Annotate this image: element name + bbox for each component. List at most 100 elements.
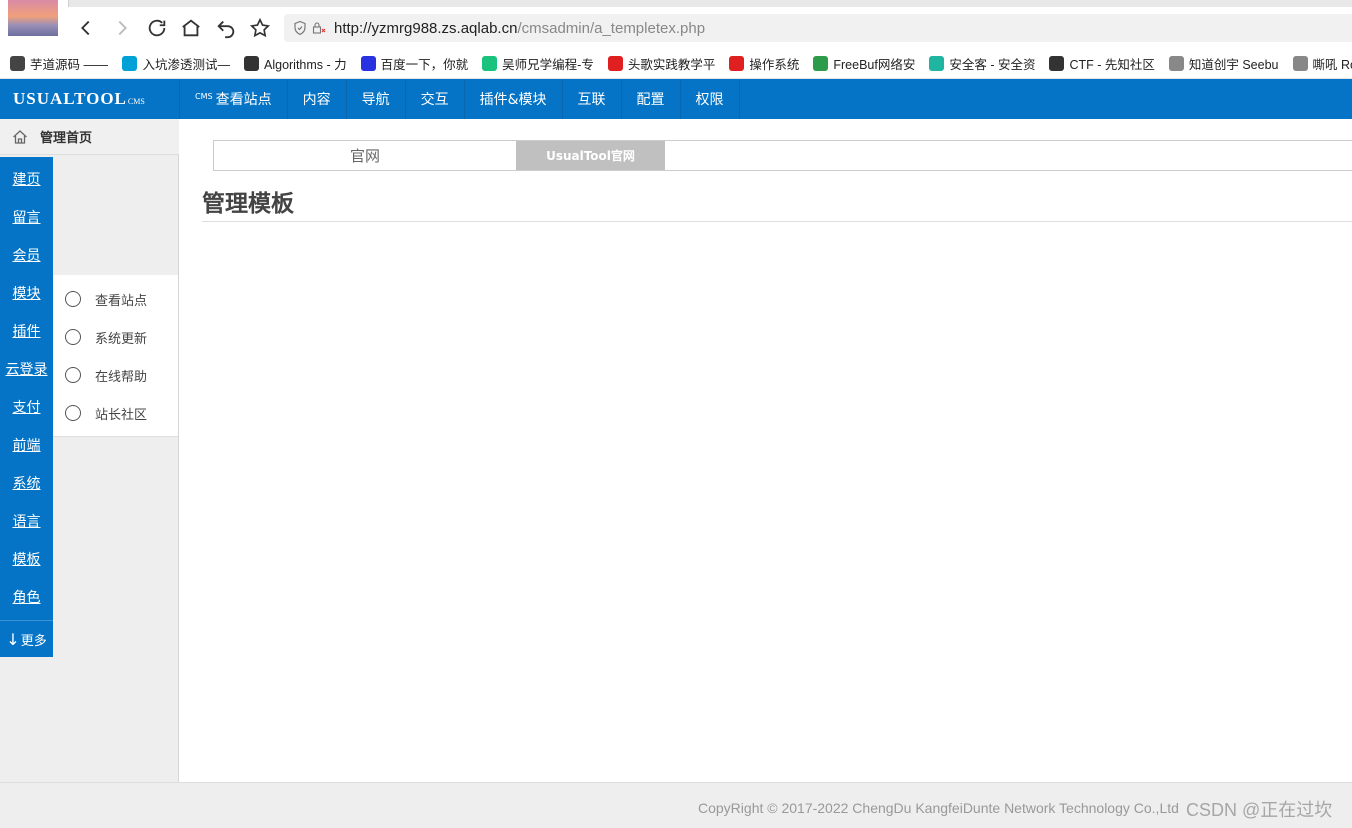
admin-home-link[interactable]: 管理首页: [0, 119, 179, 155]
top-nav-item[interactable]: 权限: [681, 79, 740, 119]
top-nav-label: 查看站点: [215, 92, 272, 108]
top-nav-item[interactable]: 导航: [347, 79, 406, 119]
bookmark-label: 知道创宇 Seebu: [1188, 57, 1279, 72]
leetcode-icon: [244, 55, 259, 71]
address-bar[interactable]: http://yzmrg988.zs.aqlab.cn/cmsadmin/a_t…: [284, 14, 1352, 42]
url-text[interactable]: http://yzmrg988.zs.aqlab.cn/cmsadmin/a_t…: [334, 20, 705, 37]
bookmark-icon-yudao: [10, 55, 25, 71]
bookmark-item[interactable]: 芋道源码 ——: [10, 54, 108, 73]
template-tabs: 官网 UsualTool官网: [213, 140, 1352, 171]
bookmark-item[interactable]: 安全客 - 安全资: [929, 54, 1035, 73]
home-button[interactable]: [177, 14, 205, 42]
sidebar-rail-item[interactable]: 语言: [0, 502, 53, 540]
sidebar-more-label: 更多: [20, 633, 47, 649]
sidebar-rail-item[interactable]: 插件: [0, 312, 53, 350]
footer: CopyRight © 2017-2022 ChengDu KangfeiDun…: [0, 782, 1352, 828]
top-nav: CMS 查看站点 内容 导航 交互 插件&模块 互联 配置 权限: [180, 79, 740, 119]
submenu-item[interactable]: 在线帮助: [65, 356, 147, 394]
home-icon: [182, 19, 200, 37]
logo-main-text: USUALTOOL: [13, 89, 127, 108]
tab-official[interactable]: 官网: [214, 141, 516, 170]
page-icon: [1168, 55, 1184, 71]
freebuf-icon: [813, 55, 829, 71]
sidebar-rail-item[interactable]: 云登录: [0, 350, 53, 388]
usualtool-logo[interactable]: USUALTOOL CMS: [0, 79, 180, 119]
bookmark-item[interactable]: FreeBuf网络安: [813, 54, 915, 73]
radio-circle-icon[interactable]: [65, 405, 81, 421]
top-nav-item[interactable]: 交互: [406, 79, 465, 119]
top-nav-item[interactable]: 插件&模块: [465, 79, 563, 119]
bookmark-label: 吴师兄学编程-专: [502, 57, 594, 72]
chevron-right-icon: [118, 20, 127, 36]
profile-avatar[interactable]: [8, 0, 58, 36]
bookmark-item[interactable]: Algorithms - 力: [244, 54, 347, 73]
undo-close-tab-button[interactable]: [212, 14, 240, 42]
bookmarks-bar: 芋道源码 —— 入坑渗透测试— Algorithms - 力 百度一下，你就 吴师兄学编…: [0, 48, 1352, 79]
bookmark-label: 嘶吼 RoarTa: [1312, 57, 1352, 72]
top-nav-item[interactable]: 内容: [288, 79, 347, 119]
insecure-lock-icon[interactable]: [312, 21, 326, 35]
bookmark-label: 操作系统: [749, 57, 800, 72]
bookmark-item[interactable]: 吴师兄学编程-专: [482, 54, 594, 73]
baidu-paw-icon: [360, 55, 376, 71]
url-host: http://yzmrg988.zs.aqlab.cn: [334, 19, 518, 37]
admin-home-label: 管理首页: [40, 131, 93, 146]
top-nav-label: 权限: [695, 92, 724, 108]
submenu-label: 站长社区: [95, 407, 148, 423]
bookmark-item[interactable]: 嘶吼 RoarTa: [1292, 54, 1352, 73]
shield-icon[interactable]: [292, 20, 308, 36]
bookmark-item[interactable]: 操作系统: [729, 54, 799, 73]
bookmark-item[interactable]: 百度一下，你就: [360, 54, 469, 73]
sidebar-rail-item[interactable]: 模块: [0, 274, 53, 312]
app-header: USUALTOOL CMS CMS 查看站点 内容 导航 交互 插件&模块 互联 配置 权限: [0, 79, 1352, 119]
radio-circle-icon[interactable]: [65, 291, 81, 307]
bilibili-icon: [122, 55, 138, 71]
browser-toolbar: http://yzmrg988.zs.aqlab.cn/cmsadmin/a_t…: [0, 0, 1352, 48]
tab-strip: [68, 0, 1352, 7]
top-nav-label: 插件&模块: [479, 92, 547, 108]
sidebar-rail-item[interactable]: 前端: [0, 426, 53, 464]
sidebar-rail-item[interactable]: 系统: [0, 464, 53, 502]
back-button[interactable]: [72, 14, 100, 42]
shield-bookmark-icon: [482, 55, 498, 71]
submenu-item[interactable]: 系统更新: [65, 318, 147, 356]
sidebar-rail-item[interactable]: 会员: [0, 236, 53, 274]
sidebar-more-button[interactable]: ↓ 更多: [0, 620, 53, 657]
bookmark-label: 百度一下，你就: [380, 57, 469, 72]
sidebar-rail-item[interactable]: 角色: [0, 578, 53, 616]
bookmark-label: CTF - 先知社区: [1069, 57, 1155, 72]
forward-button[interactable]: [108, 14, 136, 42]
reload-button[interactable]: [143, 14, 171, 42]
bookmark-item[interactable]: CTF - 先知社区: [1049, 54, 1155, 73]
touge-icon: [607, 55, 623, 71]
bookmark-item[interactable]: 知道创宇 Seebu: [1168, 54, 1279, 73]
home-icon: [13, 129, 27, 144]
top-nav-label: 交互: [420, 92, 449, 108]
bookmark-label: 安全客 - 安全资: [949, 57, 1036, 72]
sidebar-rail-item[interactable]: 建页: [0, 160, 53, 198]
tab-usualtool-official[interactable]: UsualTool官网: [516, 141, 665, 170]
top-nav-label: 配置: [636, 92, 665, 108]
bookmark-label: Algorithms - 力: [264, 57, 347, 72]
chevron-left-icon: [81, 20, 90, 36]
tab-usualtool-label: UsualTool官网: [546, 149, 635, 163]
submenu-item[interactable]: 查看站点: [65, 280, 147, 318]
top-nav-item[interactable]: CMS 查看站点: [180, 79, 288, 119]
top-nav-item[interactable]: 互联: [563, 79, 622, 119]
bookmark-label: FreeBuf网络安: [833, 57, 916, 72]
logo-sub-text: CMS: [127, 93, 145, 107]
bookmark-star-button[interactable]: [246, 14, 274, 42]
arrow-down-icon: ↓: [6, 629, 20, 649]
radio-circle-icon[interactable]: [65, 367, 81, 383]
sidebar-rail: 建页 留言 会员 模块 插件 云登录 支付 前端 系统 语言 模板 角色: [0, 157, 53, 657]
sidebar-rail-item[interactable]: 支付: [0, 388, 53, 426]
bookmark-item[interactable]: 入坑渗透测试—: [122, 54, 230, 73]
radio-circle-icon[interactable]: [65, 329, 81, 345]
top-nav-item[interactable]: 配置: [622, 79, 681, 119]
bookmark-item[interactable]: 头歌实践教学平: [607, 54, 715, 73]
sidebar-rail-item[interactable]: 留言: [0, 198, 53, 236]
submenu-label: 查看站点: [95, 293, 148, 309]
submenu-item[interactable]: 站长社区: [65, 394, 147, 432]
sidebar-rail-item[interactable]: 模板: [0, 540, 53, 578]
top-nav-label: 互联: [577, 92, 606, 108]
